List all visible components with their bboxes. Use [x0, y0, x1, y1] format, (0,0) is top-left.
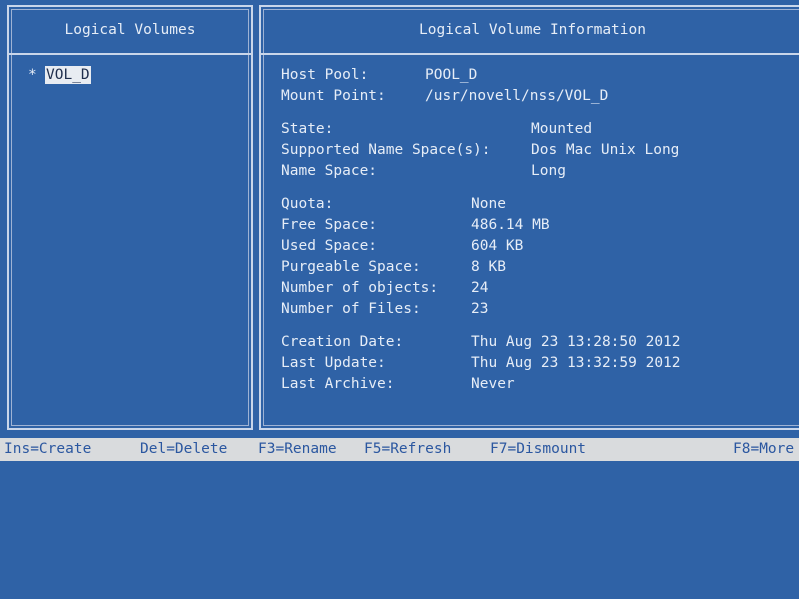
supported-name-space-row: Supported Name Space(s): Dos Mac Unix Lo…	[281, 140, 799, 161]
creation-date-label: Creation Date:	[281, 334, 404, 350]
name-space-label: Name Space:	[281, 163, 378, 179]
name-space-value: Long	[531, 163, 566, 179]
free-space-row: Free Space: 486.14 MB	[281, 215, 799, 236]
supported-name-space-label: Supported Name Space(s):	[281, 142, 491, 158]
key-hint-bar: Ins=Create Del=Delete F3=Rename F5=Refre…	[0, 438, 799, 461]
quota-row: Quota: None	[281, 194, 799, 215]
number-of-objects-row: Number of objects: 24	[281, 278, 799, 299]
last-update-row: Last Update: Thu Aug 23 13:32:59 2012	[281, 353, 799, 374]
number-of-files-row: Number of Files: 23	[281, 299, 799, 320]
number-of-files-value: 23	[471, 301, 489, 317]
logical-volumes-panel: Logical Volumes * VOL_D	[7, 5, 253, 430]
volume-marker: *	[28, 67, 37, 83]
purgeable-space-value: 8 KB	[471, 259, 506, 275]
last-archive-value: Never	[471, 376, 515, 392]
volume-list: * VOL_D	[9, 55, 251, 86]
last-update-label: Last Update:	[281, 355, 386, 371]
used-space-row: Used Space: 604 KB	[281, 236, 799, 257]
mount-point-value: /usr/novell/nss/VOL_D	[425, 88, 609, 104]
number-of-files-label: Number of Files:	[281, 301, 421, 317]
purgeable-space-row: Purgeable Space: 8 KB	[281, 257, 799, 278]
last-update-value: Thu Aug 23 13:32:59 2012	[471, 355, 681, 371]
logical-volumes-title: Logical Volumes	[9, 7, 251, 55]
purgeable-space-label: Purgeable Space:	[281, 259, 421, 275]
volume-name[interactable]: VOL_D	[45, 66, 91, 84]
host-pool-row: Host Pool: POOL_D	[281, 65, 799, 86]
number-of-objects-label: Number of objects:	[281, 280, 439, 296]
mount-point-row: Mount Point: /usr/novell/nss/VOL_D	[281, 86, 799, 107]
quota-label: Quota:	[281, 196, 334, 212]
last-archive-label: Last Archive:	[281, 376, 395, 392]
mount-point-label: Mount Point:	[281, 88, 386, 104]
dismount-key-hint[interactable]: F7=Dismount	[490, 438, 586, 461]
delete-key-hint[interactable]: Del=Delete	[140, 438, 227, 461]
free-space-value: 486.14 MB	[471, 217, 550, 233]
volume-information-title: Logical Volume Information	[261, 7, 799, 55]
refresh-key-hint[interactable]: F5=Refresh	[364, 438, 451, 461]
state-row: State: Mounted	[281, 119, 799, 140]
volume-details: Host Pool: POOL_D Mount Point: /usr/nove…	[261, 55, 799, 395]
host-pool-value: POOL_D	[425, 67, 478, 83]
create-key-hint[interactable]: Ins=Create	[4, 438, 91, 461]
quota-value: None	[471, 196, 506, 212]
host-pool-label: Host Pool:	[281, 67, 369, 83]
name-space-row: Name Space: Long	[281, 161, 799, 182]
creation-date-row: Creation Date: Thu Aug 23 13:28:50 2012	[281, 332, 799, 353]
free-space-label: Free Space:	[281, 217, 378, 233]
number-of-objects-value: 24	[471, 280, 489, 296]
more-key-hint[interactable]: F8=More	[733, 438, 794, 461]
used-space-value: 604 KB	[471, 238, 524, 254]
last-archive-row: Last Archive: Never	[281, 374, 799, 395]
state-label: State:	[281, 121, 334, 137]
supported-name-space-value: Dos Mac Unix Long	[531, 142, 680, 158]
used-space-label: Used Space:	[281, 238, 378, 254]
rename-key-hint[interactable]: F3=Rename	[258, 438, 337, 461]
list-item[interactable]: * VOL_D	[28, 65, 251, 86]
state-value: Mounted	[531, 121, 593, 137]
creation-date-value: Thu Aug 23 13:28:50 2012	[471, 334, 681, 350]
volume-information-panel: Logical Volume Information Host Pool: PO…	[259, 5, 799, 430]
